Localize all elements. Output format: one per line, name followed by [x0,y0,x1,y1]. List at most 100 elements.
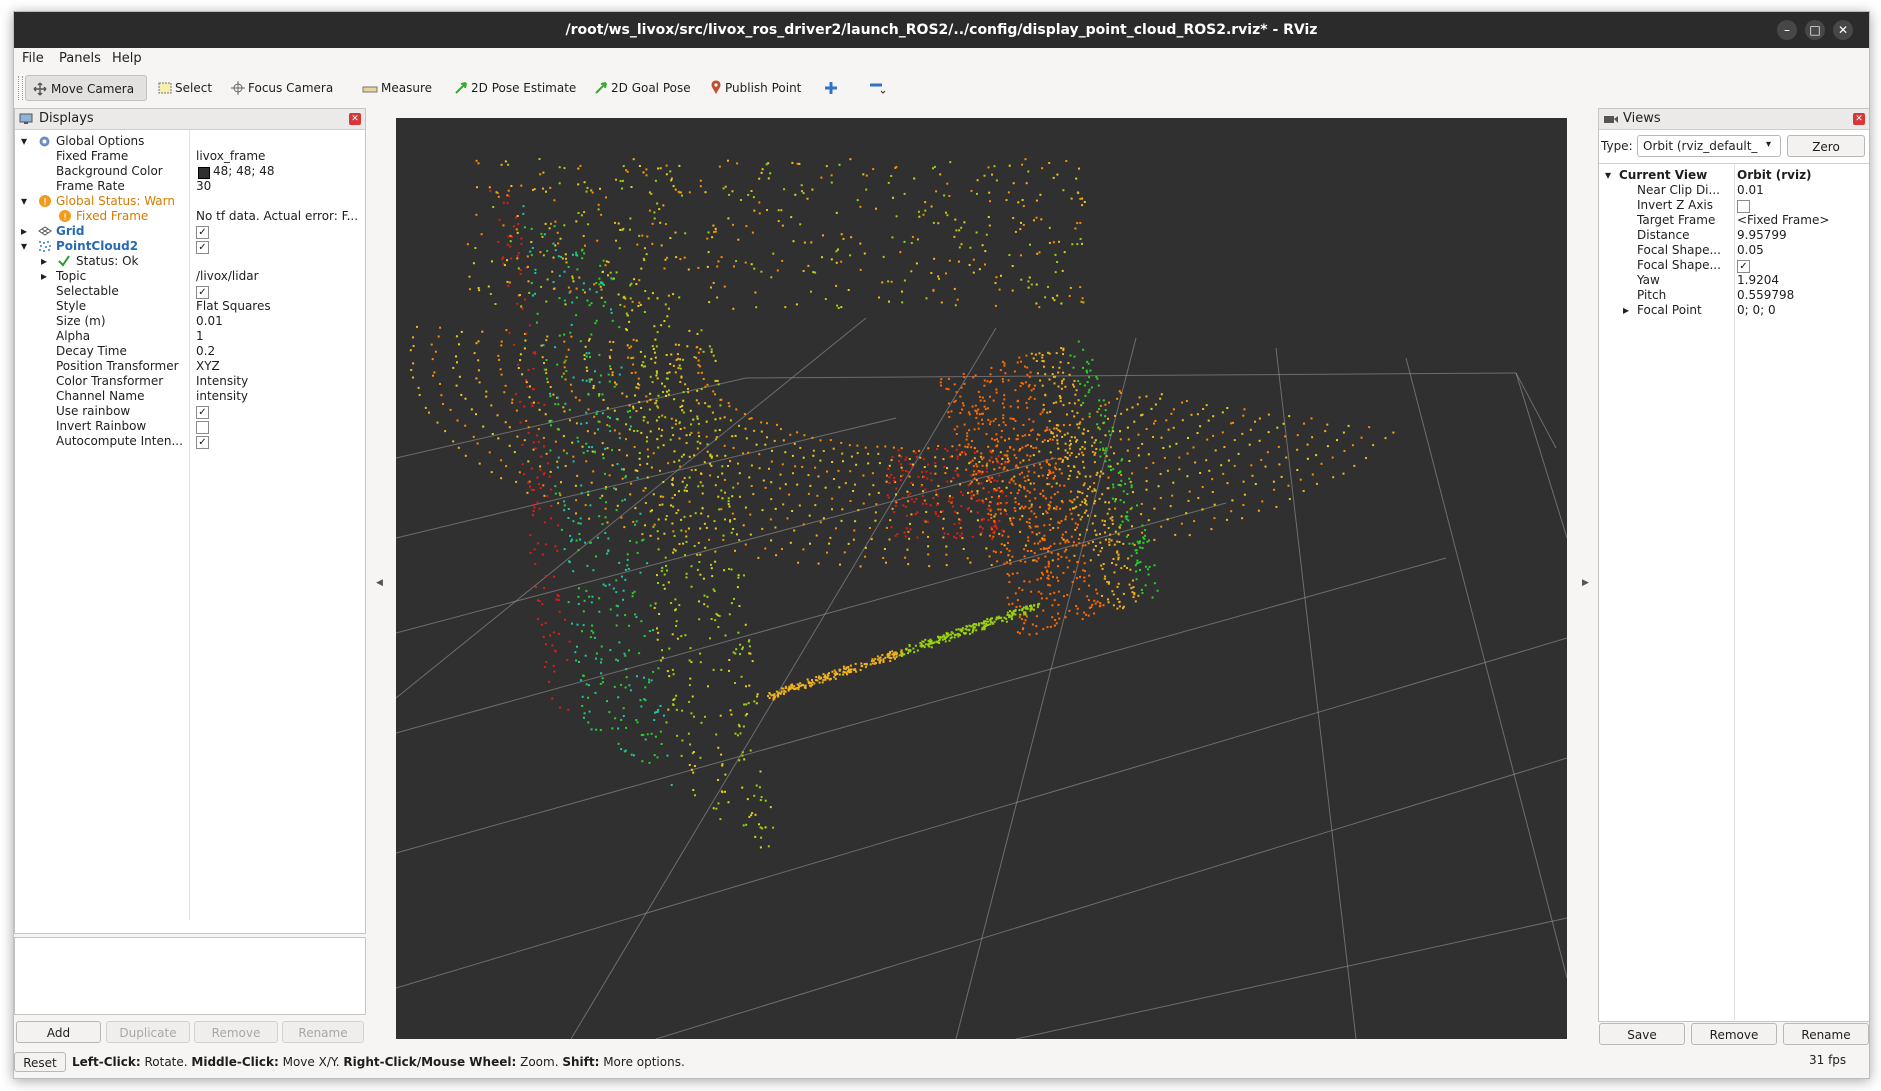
focal-point-value[interactable]: 0; 0; 0 [1737,303,1776,318]
tree-expander-icon[interactable]: ▾ [1605,168,1611,183]
duplicate-display-button[interactable]: Duplicate [106,1021,190,1043]
position-transformer-value[interactable]: XYZ [196,359,220,374]
move-camera-tool[interactable]: Move Camera [25,75,147,101]
tree-expander-icon[interactable]: ▾ [21,134,27,149]
cloud-point [658,208,661,211]
status-ok-label[interactable]: Status: Ok [76,254,139,269]
cloud-point [965,438,968,441]
cloud-point [685,490,688,492]
tree-expander-icon[interactable]: ▸ [21,224,27,239]
2d-goal-pose-tool[interactable]: 2D Goal Pose [588,75,697,101]
menu-help[interactable]: Help [112,50,142,68]
invert-rainbow-checkbox[interactable] [196,421,209,434]
grid-display-label[interactable]: Grid [56,224,84,239]
2d-pose-estimate-tool[interactable]: 2D Pose Estimate [448,75,582,101]
reset-button[interactable]: Reset [14,1052,66,1072]
use-rainbow-checkbox[interactable]: ✓ [196,406,209,419]
cloud-point [596,239,599,242]
cloud-point [1104,409,1107,412]
collapse-left-arrow-icon[interactable]: ◀ [376,578,383,588]
view-type-select[interactable]: Orbit (rviz_default_ ▾ [1637,135,1781,157]
cloud-point [1015,464,1018,467]
tree-expander-icon[interactable]: ▸ [1623,303,1629,318]
frame-rate-value[interactable]: 30 [196,179,211,194]
cloud-point [905,648,908,651]
distance-value[interactable]: 9.95799 [1737,228,1787,243]
minimize-button[interactable]: – [1777,20,1797,40]
pitch-value[interactable]: 0.559798 [1737,288,1794,303]
menu-panels[interactable]: Panels [59,50,101,68]
size-value[interactable]: 0.01 [196,314,223,329]
cloud-point [925,511,928,513]
topic-value[interactable]: /livox/lidar [196,269,259,284]
select-tool[interactable]: Select [152,75,218,101]
tree-expander-icon[interactable]: ▸ [41,269,47,284]
maximize-button[interactable]: □ [1805,20,1825,40]
cloud-point [1057,447,1060,450]
channel-name-value[interactable]: intensity [196,389,248,404]
focal-shape-fixed-checkbox[interactable]: ✓ [1737,260,1750,273]
collapse-right-arrow-icon[interactable]: ▶ [1582,578,1589,588]
color-transformer-value[interactable]: Intensity [196,374,248,389]
cloud-point [539,251,542,254]
target-frame-value[interactable]: <Fixed Frame> [1737,213,1829,228]
rename-display-button[interactable]: Rename [282,1021,364,1043]
global-options-label[interactable]: Global Options [56,134,144,149]
cloud-point [632,158,635,161]
cloud-point [525,332,528,335]
cloud-point [1126,408,1129,411]
pointcloud2-enabled-checkbox[interactable]: ✓ [196,241,209,254]
cloud-point [579,517,582,520]
tree-expander-icon[interactable]: ▸ [41,254,47,269]
cloud-point [575,251,578,254]
cloud-point [1116,551,1119,554]
point-cloud-scene[interactable] [395,118,1568,1040]
pointcloud2-display-label[interactable]: PointCloud2 [56,239,138,254]
background-color-value[interactable]: 48; 48; 48 [213,164,275,179]
cloud-point [1012,610,1015,612]
color-swatch[interactable] [198,167,210,179]
rename-view-button[interactable]: Rename [1783,1023,1869,1045]
measure-tool[interactable]: Measure [356,75,438,101]
invert-z-axis-checkbox[interactable] [1737,200,1750,213]
decay-time-value[interactable]: 0.2 [196,344,215,359]
remove-view-button[interactable]: Remove [1691,1023,1777,1045]
cloud-point [1028,458,1031,461]
menu-file[interactable]: File [22,50,44,68]
alpha-value[interactable]: 1 [196,329,204,344]
close-button[interactable]: ✕ [1833,20,1853,40]
fixed-frame-value[interactable]: livox_frame [196,149,265,164]
focus-camera-tool[interactable]: Focus Camera [225,75,339,101]
near-clip-value[interactable]: 0.01 [1737,183,1764,198]
cloud-point [968,413,971,416]
cloud-point [686,484,688,487]
close-views-icon[interactable]: ✕ [1853,113,1865,125]
save-view-button[interactable]: Save [1599,1023,1685,1045]
focal-shape-size-value[interactable]: 0.05 [1737,243,1764,258]
remove-tool-button[interactable] [862,75,897,101]
grid-enabled-checkbox[interactable]: ✓ [196,226,209,239]
toolbar-handle[interactable] [18,76,23,100]
cloud-point [1036,372,1039,375]
publish-point-tool[interactable]: Publish Point [704,75,807,101]
remove-display-button[interactable]: Remove [194,1021,278,1043]
selectable-checkbox[interactable]: ✓ [196,286,209,299]
tree-expander-icon[interactable]: ▾ [21,194,27,209]
add-display-button[interactable]: Add [16,1021,101,1043]
add-tool-button[interactable] [818,75,847,101]
cloud-point [910,270,913,273]
tree-expander-icon[interactable]: ▾ [21,239,27,254]
autocompute-intensity-checkbox[interactable]: ✓ [196,436,209,449]
global-status-label[interactable]: Global Status: Warn [56,194,175,209]
fixed-frame-status-label[interactable]: Fixed Frame [76,209,148,224]
yaw-value[interactable]: 1.9204 [1737,273,1779,288]
close-displays-icon[interactable]: ✕ [349,113,361,125]
3d-viewport[interactable] [395,118,1568,1040]
cloud-point [1126,449,1129,452]
current-view-label[interactable]: Current View [1619,168,1707,183]
style-value[interactable]: Flat Squares [196,299,271,314]
zero-button[interactable]: Zero [1787,135,1865,157]
cloud-point [1112,486,1115,489]
cloud-point [507,284,510,287]
cloud-point [706,265,709,268]
